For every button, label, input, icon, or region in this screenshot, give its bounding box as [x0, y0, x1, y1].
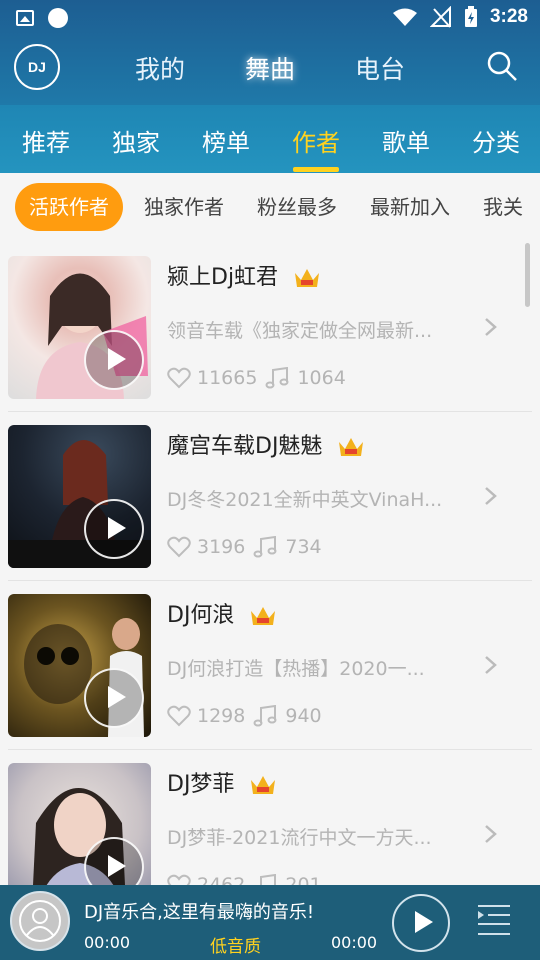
album-avatar[interactable] [10, 891, 70, 951]
gallery-icon [16, 10, 34, 26]
author-stats: 1298 940 [167, 705, 322, 727]
list-item[interactable]: 颍上Dj虹君 领音车载《独家定做全网最新... 11665 1064 [0, 243, 540, 412]
crown-icon [295, 269, 320, 287]
music-note-icon [253, 705, 277, 727]
author-name: DJ梦菲 [167, 772, 235, 797]
songs-count: 940 [285, 705, 322, 727]
current-time: 00:00 [84, 933, 131, 952]
author-description: DJ梦菲-2021流行中文一方天... [167, 827, 432, 849]
signal-icon [429, 6, 451, 28]
filter-following[interactable]: 我关 [483, 183, 523, 231]
battery-icon [464, 6, 477, 27]
list-item[interactable]: 魔宫车载DJ魅魅 DJ冬冬2021全新中英文VinaH... 3196 734 [0, 412, 540, 581]
play-icon[interactable] [84, 330, 144, 390]
heart-icon[interactable] [167, 536, 191, 558]
music-note-icon [253, 536, 277, 558]
songs-count: 1064 [297, 367, 346, 389]
play-icon[interactable] [84, 668, 144, 728]
chevron-right-icon[interactable] [484, 486, 498, 506]
crown-icon [339, 438, 364, 456]
mini-player[interactable]: DJ音乐合,这里有最嗨的音乐! 00:00 低音质 00:00 [0, 885, 540, 960]
author-photo[interactable] [8, 763, 151, 885]
songs-count: 201 [285, 874, 322, 885]
author-stats: 11665 1064 [167, 367, 346, 389]
wifi-icon [392, 8, 417, 26]
filter-most-fans[interactable]: 粉丝最多 [257, 183, 337, 231]
subtab-categories[interactable]: 分类 [472, 123, 520, 158]
user-icon [19, 900, 61, 942]
chevron-right-icon[interactable] [484, 317, 498, 337]
playlist-icon[interactable] [476, 903, 512, 937]
active-tab-indicator [293, 167, 339, 172]
author-stats: 2462 201 [167, 874, 322, 885]
filter-exclusive-authors[interactable]: 独家作者 [144, 183, 224, 231]
total-time: 00:00 [331, 933, 378, 952]
heart-icon[interactable] [167, 367, 191, 389]
filter-newest[interactable]: 最新加入 [370, 183, 450, 231]
search-icon[interactable] [486, 50, 518, 82]
play-pause-button[interactable] [392, 894, 450, 952]
likes-count: 2462 [197, 874, 246, 885]
author-name: 魔宫车载DJ魅魅 [167, 434, 323, 459]
heart-icon[interactable] [167, 874, 191, 885]
quality-toggle[interactable]: 低音质 [210, 932, 261, 957]
top-nav: DJ 我的 舞曲 电台 [0, 36, 540, 105]
tab-mine[interactable]: 我的 [135, 50, 185, 86]
sub-tabs: 推荐 独家 榜单 作者 歌单 分类 [0, 105, 540, 173]
likes-count: 3196 [197, 536, 246, 558]
play-icon[interactable] [84, 499, 144, 559]
author-name-line: 魔宫车载DJ魅魅 [167, 428, 365, 460]
music-note-icon [260, 874, 277, 885]
author-description: DJ冬冬2021全新中英文VinaH... [167, 489, 443, 511]
filter-chips: 活跃作者 独家作者 粉丝最多 最新加入 我关 [0, 173, 540, 243]
heart-icon[interactable] [167, 705, 191, 727]
now-playing-title: DJ音乐合,这里有最嗨的音乐! [84, 902, 315, 923]
subtab-recommend[interactable]: 推荐 [22, 123, 70, 158]
chevron-right-icon[interactable] [484, 655, 498, 675]
author-name: 颍上Dj虹君 [167, 265, 279, 290]
crown-icon [251, 776, 276, 794]
dj-logo-icon[interactable]: DJ [14, 44, 60, 90]
list-item[interactable]: DJ梦菲 DJ梦菲-2021流行中文一方天... 2462 201 [0, 750, 540, 885]
subtab-exclusive[interactable]: 独家 [112, 123, 160, 158]
filter-active-authors[interactable]: 活跃作者 [15, 183, 123, 231]
author-stats: 3196 734 [167, 536, 322, 558]
author-name-line: DJ梦菲 [167, 766, 277, 798]
crown-icon [251, 607, 276, 625]
author-photo[interactable] [8, 425, 151, 568]
author-photo[interactable] [8, 594, 151, 737]
likes-count: 11665 [197, 367, 258, 389]
clock: 3:28 [489, 6, 528, 27]
tab-dance[interactable]: 舞曲 [245, 50, 295, 86]
list-item[interactable]: DJ何浪 DJ何浪打造【热播】2020一... 1298 940 [0, 581, 540, 750]
music-note-icon [265, 367, 289, 389]
chevron-right-icon[interactable] [484, 824, 498, 844]
subtab-charts[interactable]: 榜单 [202, 123, 250, 158]
author-list: 颍上Dj虹君 领音车载《独家定做全网最新... 11665 1064 魔宫车载D… [0, 243, 540, 885]
author-name-line: DJ何浪 [167, 597, 277, 629]
songs-count: 734 [285, 536, 322, 558]
likes-count: 1298 [197, 705, 246, 727]
author-name-line: 颍上Dj虹君 [167, 259, 321, 291]
author-description: DJ何浪打造【热播】2020一... [167, 658, 425, 680]
subtab-playlists[interactable]: 歌单 [382, 123, 430, 158]
top-bar: 3:28 DJ 我的 舞曲 电台 [0, 0, 540, 105]
author-photo[interactable] [8, 256, 151, 399]
logo-text: DJ [28, 59, 46, 75]
status-bar: 3:28 [0, 0, 540, 36]
tab-radio[interactable]: 电台 [355, 50, 405, 86]
author-description: 领音车载《独家定做全网最新... [167, 320, 433, 342]
subtab-authors[interactable]: 作者 [292, 123, 340, 158]
notification-dot-icon [48, 8, 68, 28]
author-name: DJ何浪 [167, 603, 235, 628]
